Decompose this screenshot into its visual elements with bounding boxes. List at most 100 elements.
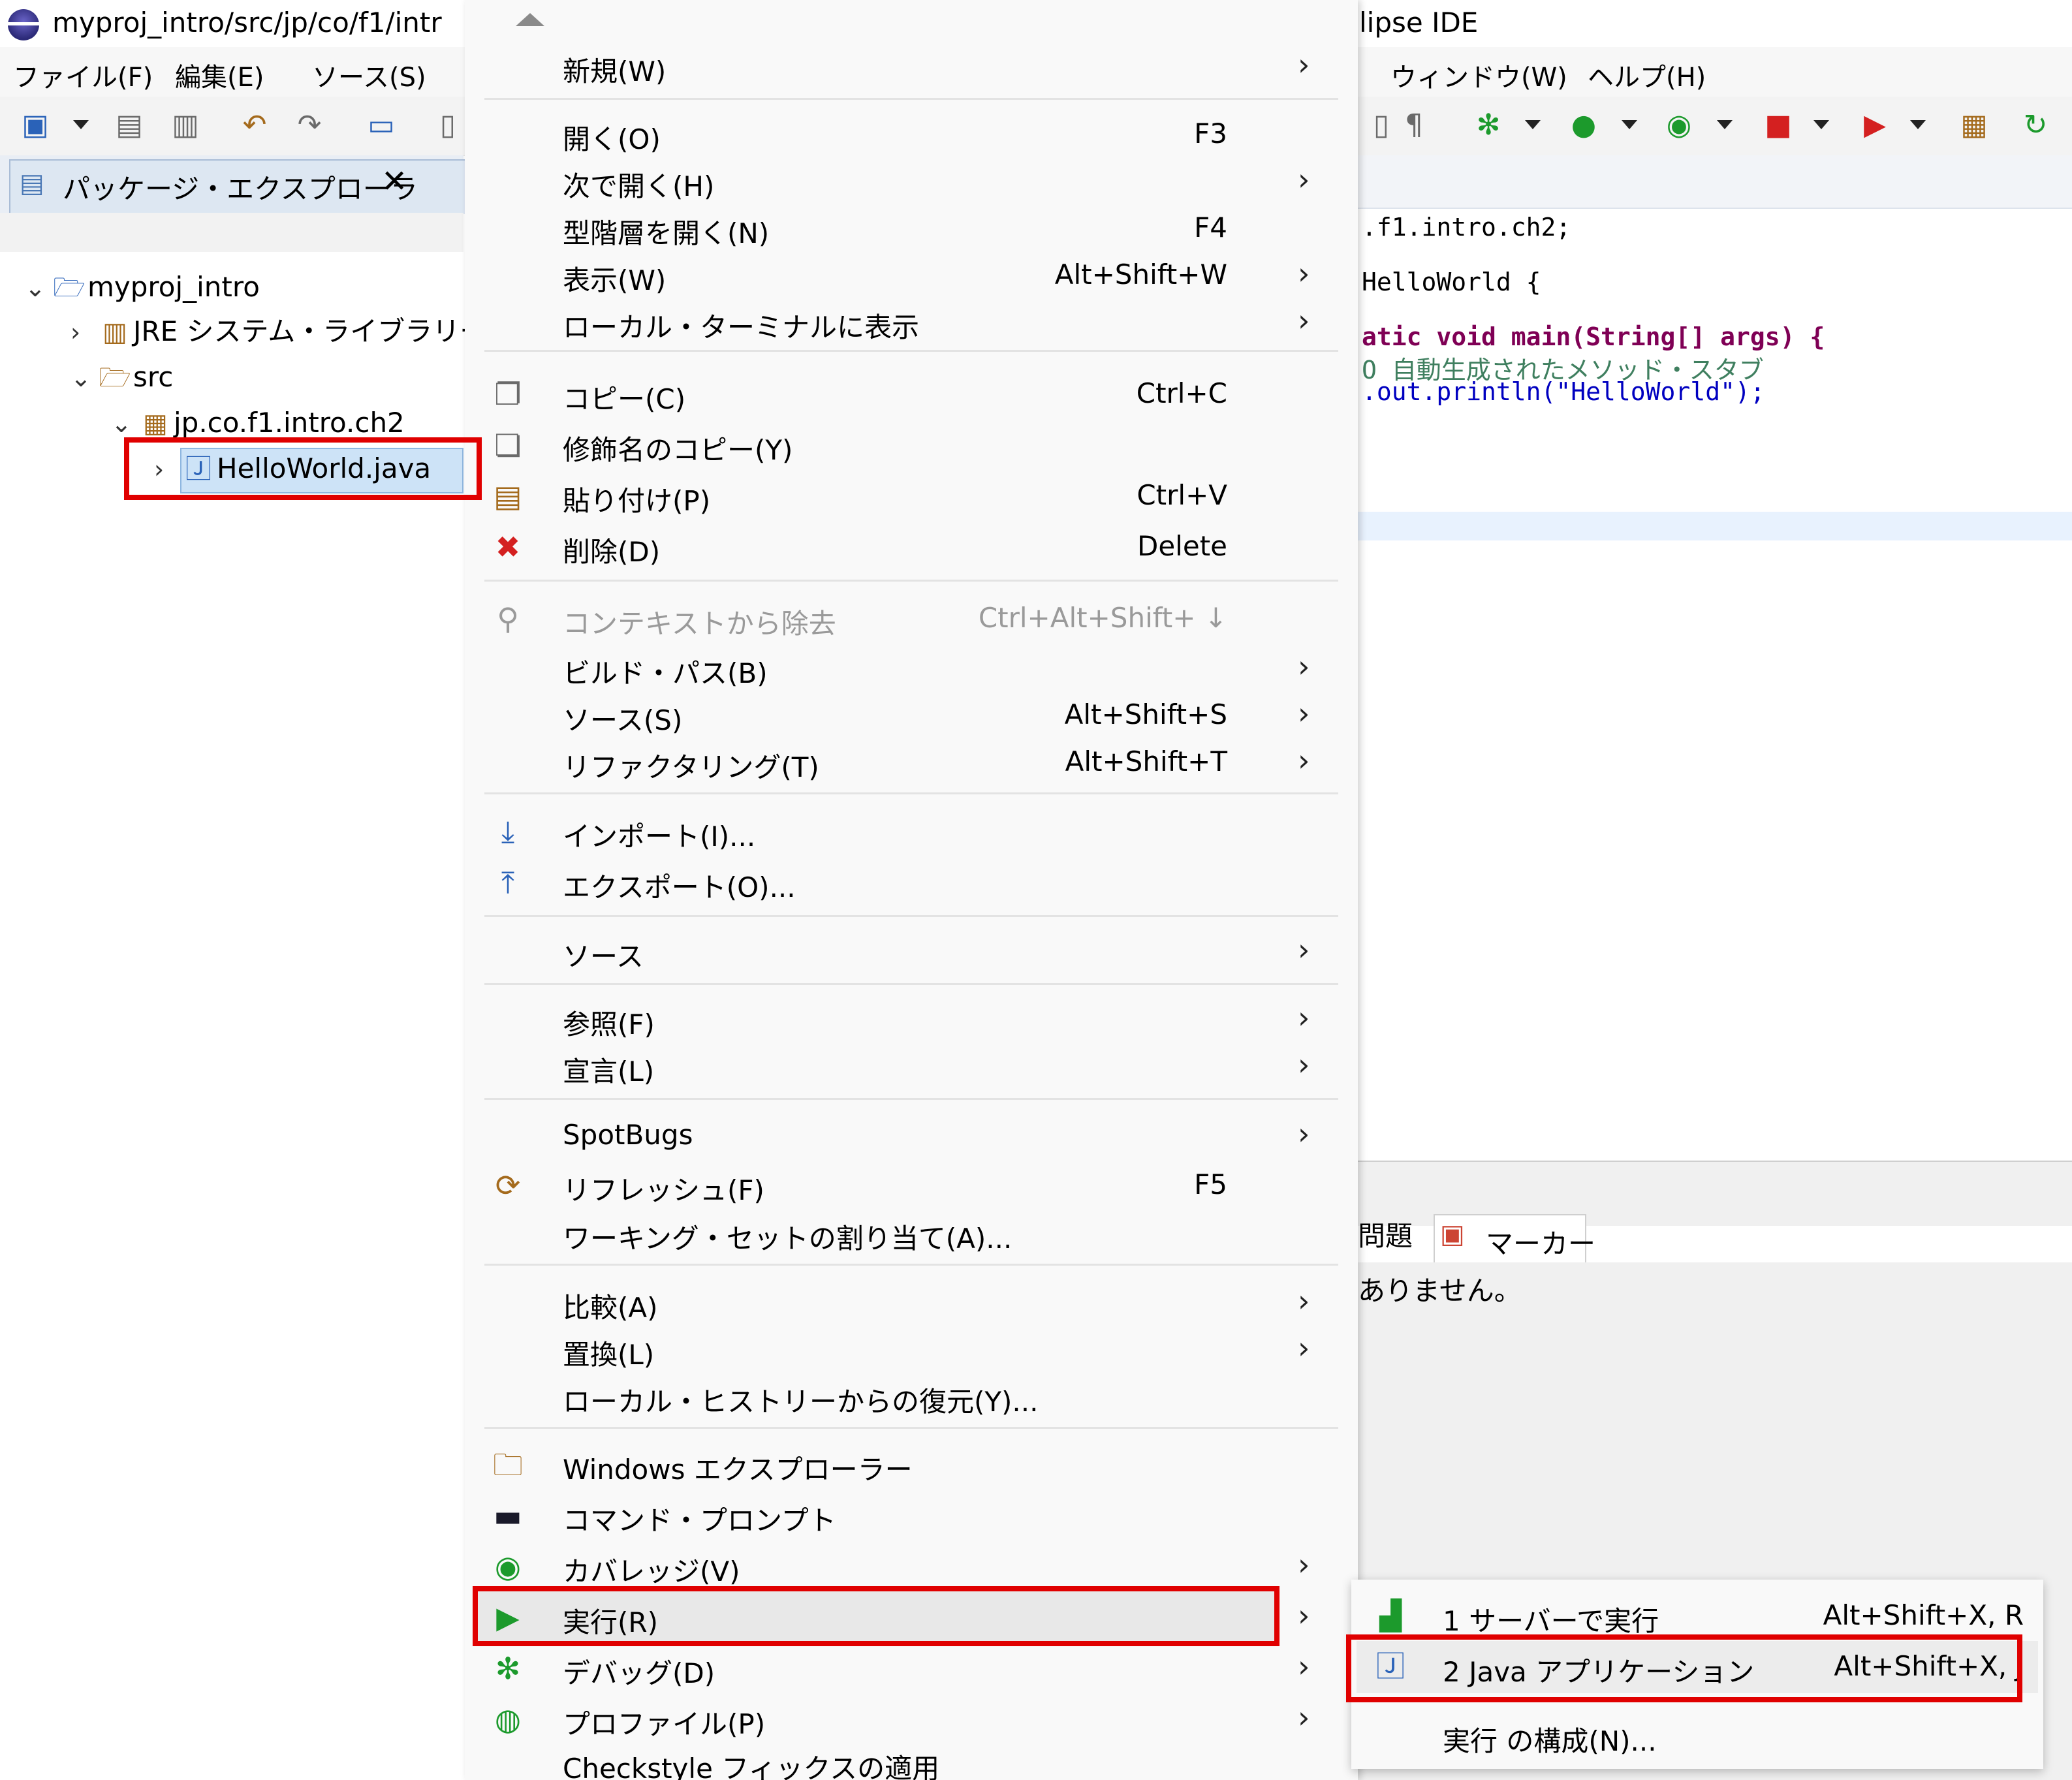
submenu-arrow-icon: › [1298,1700,1310,1735]
menu-item-shortcut: F5 [1194,1168,1227,1200]
submenu-arrow-icon: › [1298,1283,1310,1319]
problems-tab[interactable]: 問題 [1358,1214,1413,1254]
save-icon[interactable]: ▤ [112,108,146,142]
menu-item-references[interactable]: 参照(F) › [465,995,1358,1042]
new-wizard-icon[interactable]: ▣ [18,108,52,142]
scroll-up-arrow-icon[interactable] [516,13,544,26]
debug-dropdown-icon[interactable] [1525,120,1541,129]
menu-item-paste[interactable]: ▤ 貼り付け(P) Ctrl+V [465,471,1358,518]
menu-item-open-type-hierarchy[interactable]: 型階層を開く(N) F4 [465,204,1358,251]
menu-file[interactable]: ファイル(F) [13,56,153,94]
debug-bug-icon[interactable]: ✻ [1471,108,1505,142]
menu-item-spotbugs[interactable]: SpotBugs › [465,1111,1358,1158]
submenu-arrow-icon: › [1298,47,1310,82]
chevron-right-icon[interactable]: › [71,311,97,353]
menu-item-declarations[interactable]: 宣言(L) › [465,1042,1358,1089]
coverage-icon[interactable]: ◉ [1662,108,1696,142]
menu-item-refactor[interactable]: リファクタリング(T) Alt+Shift+T › [465,738,1358,785]
menu-item-replace[interactable]: 置換(L) › [465,1325,1358,1372]
pilcrow-icon[interactable]: ¶ [1397,108,1431,142]
submenu-arrow-icon: › [1298,256,1310,291]
external-tools-icon[interactable]: ▶ [1858,108,1892,142]
menu-edit[interactable]: 編集(E) [175,56,264,94]
new-dropdown-icon[interactable] [73,120,89,129]
code-editor[interactable] [1358,155,2072,1161]
menu-item-shortcut: F3 [1194,117,1227,149]
menu-item-debug[interactable]: ✻ デバッグ(D) › [465,1644,1358,1691]
external-tools-dropdown-icon[interactable] [1910,120,1926,129]
menu-item-label: 開く(O) [563,123,661,155]
menu-item-compare[interactable]: 比較(A) › [465,1278,1358,1325]
markers-icon: ▣ [1440,1219,1465,1249]
submenu-item-label: 1 サーバーで実行 [1443,1605,1659,1637]
menu-item-refresh[interactable]: ⟳ リフレッシュ(F) F5 [465,1161,1358,1208]
menu-item-delete[interactable]: ✖ 削除(D) Delete [465,522,1358,569]
undo-icon[interactable]: ↶ [238,108,272,142]
menu-item-source-plain[interactable]: ソース › [465,927,1358,974]
menu-item-command-prompt[interactable]: ▬ コマンド・プロンプト [465,1491,1358,1538]
toolbar-overflow-icon[interactable]: ▯ [431,108,465,142]
submenu-item-run-configurations[interactable]: 実行 の構成(N)... [1351,1710,2043,1762]
menu-item-source[interactable]: ソース(S) Alt+Shift+S › [465,691,1358,738]
stop-icon[interactable]: ■ [1761,108,1795,142]
chevron-down-icon[interactable]: ⌄ [71,357,97,399]
export-icon: ⤒ [501,865,515,900]
markers-tab[interactable]: ▣ マーカー [1434,1214,1595,1264]
menu-item-show-in[interactable]: 表示(W) Alt+Shift+W › [465,251,1358,298]
refresh-icon[interactable]: ↻ [2018,108,2052,142]
menu-item-label: 宣言(L) [563,1055,655,1087]
code-line: .f1.intro.ch2; [1362,213,1571,242]
menu-item-shortcut: Alt+Shift+W [1054,258,1227,290]
menu-item-profile[interactable]: ◍ プロファイル(P) › [465,1694,1358,1741]
tree-item-src[interactable]: ⌄ 🗁src [71,356,173,398]
command-prompt-icon: ▬ [494,1498,522,1533]
refresh-icon: ⟳ [495,1168,521,1203]
menu-item-copy[interactable]: ❐ コピー(C) Ctrl+C [465,369,1358,416]
submenu-arrow-icon: › [1298,1598,1310,1633]
run-dropdown-icon[interactable] [1622,120,1637,129]
menu-item-restore-local-history[interactable]: ローカル・ヒストリーからの復元(Y)... [465,1372,1358,1419]
menu-item-copy-qualified-name[interactable]: ❏ 修飾名のコピー(Y) [465,420,1358,467]
stop-dropdown-icon[interactable] [1813,120,1829,129]
menu-help[interactable]: ヘルプ(H) [1588,56,1706,94]
menu-window[interactable]: ウィンドウ(W) [1390,56,1567,94]
terminal-icon[interactable]: ▭ [364,108,398,142]
current-line-highlight [1358,512,2072,540]
menu-item-assign-working-sets[interactable]: ワーキング・セットの割り当て(A)... [465,1209,1358,1256]
package-icon[interactable]: ▦ [1957,108,1991,142]
menu-separator [484,915,1338,917]
menu-source[interactable]: ソース(S) [312,56,426,94]
menu-item-shortcut: Alt+Shift+T [1065,745,1227,777]
show-whitespace-icon[interactable]: ▯ [1364,108,1398,142]
submenu-arrow-icon: › [1298,1047,1310,1082]
menu-separator [484,1427,1338,1429]
menu-item-checkstyle-fix[interactable]: Checkstyle フィックスの適用 [465,1739,1358,1780]
menu-item-label: プロファイル(P) [563,1708,766,1740]
menu-item-open-with[interactable]: 次で開く(H) › [465,157,1358,204]
submenu-arrow-icon: › [1298,1649,1310,1684]
tree-item-label: src [133,361,174,393]
tree-item-project[interactable]: ⌄ 🗁myproj_intro [25,266,260,308]
menu-item-new[interactable]: 新規(W) › [465,42,1358,89]
menu-item-label: 貼り付け(P) [563,485,711,517]
menu-item-coverage[interactable]: ◉ カバレッジ(V) › [465,1542,1358,1589]
menu-item-show-in-local-terminal[interactable]: ローカル・ターミナルに表示 › [465,298,1358,345]
tree-item-jre-library[interactable]: › ▥ JRE システム・ライブラリー [71,311,487,352]
menu-item-import[interactable]: ⤓ インポート(I)... [465,807,1358,854]
submenu-arrow-icon: › [1298,696,1310,731]
save-all-icon[interactable]: ▥ [168,108,202,142]
menu-item-label: ソース [563,941,644,973]
menu-item-label: ワーキング・セットの割り当て(A)... [563,1223,1012,1255]
run-icon[interactable]: ● [1567,108,1601,142]
menu-item-export[interactable]: ⤒ エクスポート(O)... [465,858,1358,905]
menu-item-open[interactable]: 開く(O) F3 [465,110,1358,157]
menu-item-build-path[interactable]: ビルド・パス(B) › [465,644,1358,691]
editor-tab-strip [1358,155,2072,209]
chevron-down-icon[interactable]: ⌄ [25,267,51,309]
coverage-dropdown-icon[interactable] [1717,120,1733,129]
close-icon[interactable]: ✕ [381,163,407,200]
redo-icon[interactable]: ↷ [292,108,326,142]
submenu-arrow-icon: › [1298,1000,1310,1035]
submenu-arrow-icon: › [1298,1116,1310,1151]
menu-item-windows-explorer[interactable]: 🗀 Windows エクスプローラー [465,1440,1358,1487]
